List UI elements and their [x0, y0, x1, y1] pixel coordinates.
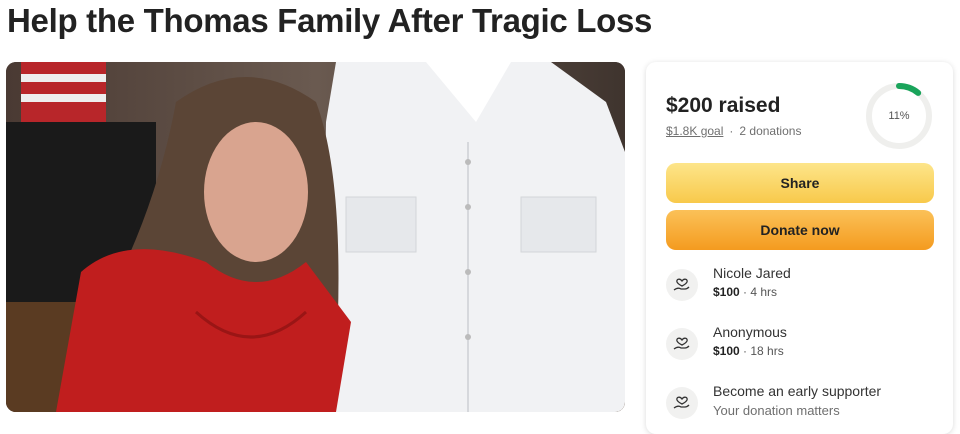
donation-heart-hand-icon: [666, 328, 698, 360]
donation-count: 2 donations: [739, 124, 802, 138]
campaign-photo[interactable]: [6, 62, 625, 412]
campaign-photo-image: [6, 62, 625, 412]
donor-amount: $100: [713, 344, 740, 358]
donor-item: Nicole Jared $100 · 4 hrs: [666, 265, 936, 309]
donation-heart-hand-icon: [666, 269, 698, 301]
donation-card: $200 raised $1.8K goal · 2 donations 11% S…: [646, 62, 953, 434]
goal-summary: $1.8K goal · 2 donations: [666, 124, 801, 138]
donor-time: · 4 hrs: [743, 285, 778, 299]
donor-time: · 18 hrs: [743, 344, 784, 358]
donate-now-button[interactable]: Donate now: [666, 210, 934, 250]
donor-detail: $100 · 18 hrs: [713, 344, 784, 358]
page-title: Help the Thomas Family After Tragic Loss: [7, 2, 653, 39]
goal-link[interactable]: $1.8K goal: [666, 124, 723, 138]
donor-name: Anonymous: [713, 324, 787, 340]
share-button[interactable]: Share: [666, 163, 934, 203]
early-supporter-subtitle: Your donation matters: [713, 403, 840, 418]
early-supporter-item: Become an early supporter Your donation …: [666, 383, 936, 427]
donor-name: Nicole Jared: [713, 265, 791, 281]
amount-raised: $200 raised: [666, 94, 781, 117]
progress-percent: 11%: [888, 110, 910, 122]
meta-separator: ·: [729, 124, 734, 138]
early-supporter-title: Become an early supporter: [713, 383, 882, 399]
donation-heart-hand-icon: [666, 387, 698, 419]
donor-amount: $100: [713, 285, 740, 299]
donor-detail: $100 · 4 hrs: [713, 285, 777, 299]
donor-item: Anonymous $100 · 18 hrs: [666, 324, 936, 368]
